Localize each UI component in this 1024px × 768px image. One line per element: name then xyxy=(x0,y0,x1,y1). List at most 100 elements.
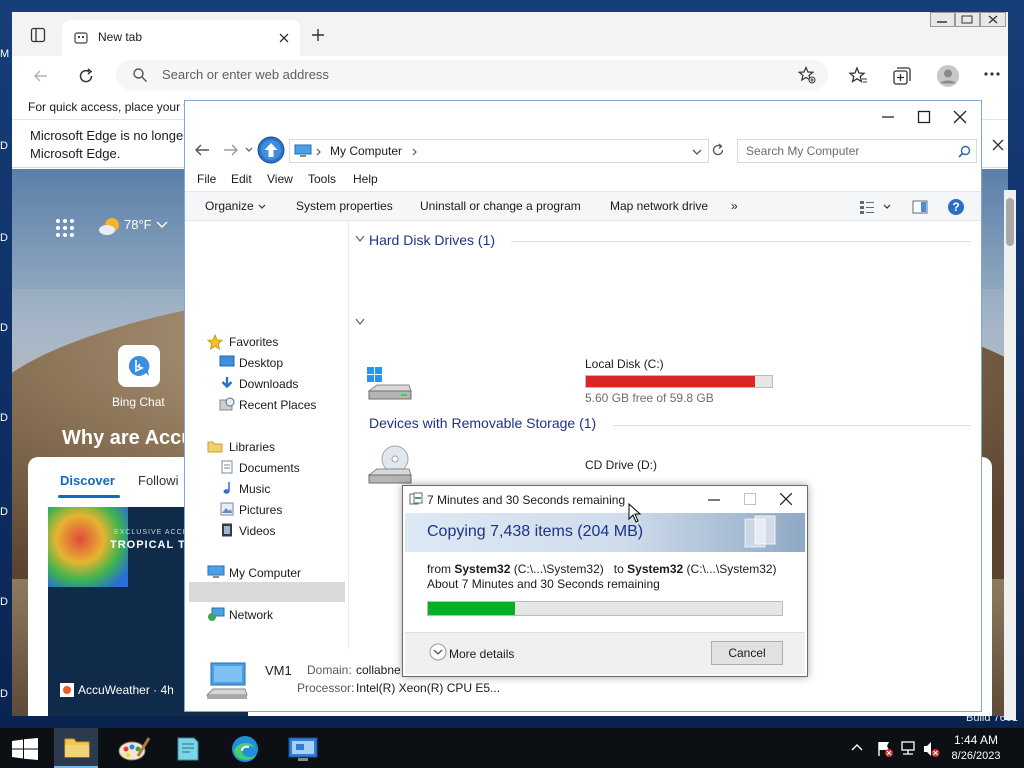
nav-pictures[interactable]: Pictures xyxy=(239,503,282,517)
explorer-titlebar[interactable] xyxy=(185,101,981,133)
close-icon[interactable] xyxy=(953,110,967,124)
weather-temperature[interactable]: 78°F xyxy=(124,217,152,232)
desktop-icon-label[interactable]: D xyxy=(0,506,8,518)
refresh-icon[interactable] xyxy=(77,67,95,85)
bing-chat-tile[interactable] xyxy=(118,345,160,387)
local-disk-icon[interactable] xyxy=(367,367,413,403)
back-arrow-icon[interactable] xyxy=(194,143,210,157)
drive-c-name[interactable]: Local Disk (C:) xyxy=(585,357,664,371)
maximize-icon[interactable] xyxy=(917,110,931,124)
weather-icon[interactable] xyxy=(98,215,122,237)
profile-avatar-icon[interactable] xyxy=(936,64,960,88)
nav-network[interactable]: Network xyxy=(229,608,273,622)
search-icon[interactable] xyxy=(958,145,971,158)
nav-music[interactable]: Music xyxy=(239,482,270,496)
organize-button[interactable]: Organize xyxy=(205,199,254,213)
desktop-icon-label[interactable]: M xyxy=(0,48,9,60)
edge-browser-icon[interactable] xyxy=(230,734,260,764)
tab-following[interactable]: Followi xyxy=(138,473,178,488)
chevron-down-icon[interactable] xyxy=(156,221,168,229)
show-hidden-icons-chevron-icon[interactable] xyxy=(851,743,863,751)
add-favorite-icon[interactable] xyxy=(798,66,816,84)
forward-arrow-icon[interactable] xyxy=(223,143,239,157)
up-one-level-icon[interactable] xyxy=(257,136,285,164)
expand-details-icon[interactable] xyxy=(429,643,447,661)
address-bar[interactable]: Search or enter web address xyxy=(116,60,828,90)
nav-downloads[interactable]: Downloads xyxy=(239,377,298,391)
tab-discover[interactable]: Discover xyxy=(60,473,115,488)
new-tab-icon[interactable] xyxy=(310,27,326,43)
menu-edit[interactable]: Edit xyxy=(231,172,252,186)
nav-videos[interactable]: Videos xyxy=(239,524,275,538)
destination-folder-link[interactable]: System32 xyxy=(627,562,683,576)
more-commands-button[interactable]: » xyxy=(731,199,738,213)
map-network-drive-button[interactable]: Map network drive xyxy=(610,199,708,213)
change-view-icon[interactable] xyxy=(859,199,875,215)
menu-file[interactable]: File xyxy=(197,172,216,186)
tab-new-tab[interactable]: New tab xyxy=(62,20,300,56)
action-center-flag-icon[interactable] xyxy=(876,740,894,758)
section-removable-storage[interactable]: Devices with Removable Storage (1) xyxy=(369,415,596,431)
close-infobar-icon[interactable] xyxy=(991,138,1005,152)
breadcrumb-separator-icon[interactable] xyxy=(316,148,322,156)
breadcrumb-separator-icon[interactable] xyxy=(412,148,418,156)
desktop-icon-label[interactable]: D xyxy=(0,596,8,608)
cancel-button[interactable]: Cancel xyxy=(711,641,783,665)
nav-libraries[interactable]: Libraries xyxy=(229,440,275,454)
desktop-icon-label[interactable]: D xyxy=(0,688,8,700)
section-hard-disk-drives[interactable]: Hard Disk Drives (1) xyxy=(369,232,495,248)
collapse-chevron-icon[interactable] xyxy=(355,235,365,243)
start-windows-icon[interactable] xyxy=(12,738,38,760)
source-folder-link[interactable]: System32 xyxy=(454,562,510,576)
refresh-icon[interactable] xyxy=(711,143,725,157)
cd-drive-icon[interactable] xyxy=(367,445,413,485)
clock-time[interactable]: 1:44 AM xyxy=(936,733,1016,747)
dialog-title[interactable]: 7 Minutes and 30 Seconds remaining xyxy=(427,493,625,507)
tab-actions-icon[interactable] xyxy=(30,27,46,43)
back-icon[interactable] xyxy=(32,67,50,85)
chevron-down-icon[interactable] xyxy=(883,204,891,210)
desktop-icon-label[interactable]: D xyxy=(0,232,8,244)
collapse-chevron-icon[interactable] xyxy=(355,318,365,326)
nav-documents[interactable]: Documents xyxy=(239,461,300,475)
remote-desktop-icon[interactable] xyxy=(288,736,318,762)
page-scrollbar[interactable] xyxy=(1004,190,1016,720)
nav-my-computer[interactable]: My Computer xyxy=(229,566,301,580)
address-path-bar[interactable]: My Computer xyxy=(289,139,709,163)
wordpad-icon[interactable] xyxy=(172,736,202,762)
menu-tools[interactable]: Tools xyxy=(308,172,336,186)
preview-pane-icon[interactable] xyxy=(912,199,928,215)
favorites-icon[interactable] xyxy=(848,66,868,86)
network-status-icon[interactable] xyxy=(899,740,917,758)
nav-favorites[interactable]: Favorites xyxy=(229,335,278,349)
menu-view[interactable]: View xyxy=(267,172,293,186)
system-properties-button[interactable]: System properties xyxy=(296,199,393,213)
drive-d-name[interactable]: CD Drive (D:) xyxy=(585,458,657,472)
desktop-icon-label[interactable]: D xyxy=(0,322,8,334)
apps-grid-icon[interactable] xyxy=(55,218,75,238)
breadcrumb-my-computer[interactable]: My Computer xyxy=(330,144,402,158)
more-options-icon[interactable] xyxy=(984,71,1000,77)
nav-desktop[interactable]: Desktop xyxy=(239,356,283,370)
search-box[interactable]: Search My Computer xyxy=(737,139,977,163)
more-details-button[interactable]: More details xyxy=(449,647,514,661)
uninstall-program-button[interactable]: Uninstall or change a program xyxy=(420,199,581,213)
recent-locations-chevron-icon[interactable] xyxy=(245,147,253,153)
clock-date[interactable]: 8/26/2023 xyxy=(936,750,1016,762)
address-dropdown-icon[interactable] xyxy=(692,148,702,156)
help-icon[interactable]: ? xyxy=(947,198,965,216)
nav-recent-places[interactable]: Recent Places xyxy=(239,398,316,412)
menu-help[interactable]: Help xyxy=(353,172,378,186)
minimize-icon[interactable] xyxy=(708,493,720,505)
desktop-icon-label[interactable]: D xyxy=(0,412,8,424)
collections-icon[interactable] xyxy=(892,66,912,86)
scrollbar-thumb[interactable] xyxy=(1006,198,1014,246)
paint-icon[interactable] xyxy=(118,736,150,762)
taskbar-explorer-active[interactable] xyxy=(54,728,98,768)
chevron-down-icon[interactable] xyxy=(258,204,266,210)
window-controls[interactable] xyxy=(930,12,1006,28)
bing-chat-label[interactable]: Bing Chat xyxy=(112,395,165,409)
minimize-icon[interactable] xyxy=(881,110,895,124)
close-icon[interactable] xyxy=(780,493,792,505)
desktop-icon-label[interactable]: D xyxy=(0,140,8,152)
